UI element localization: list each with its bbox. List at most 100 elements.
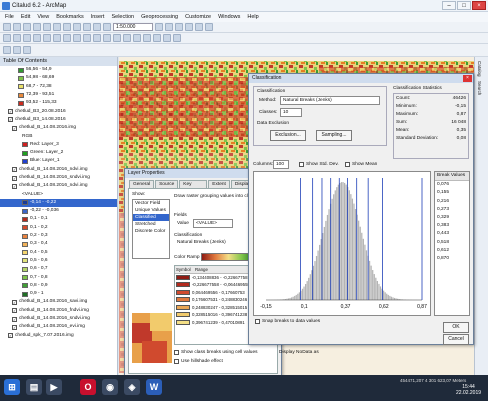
show-class-breaks-checkbox[interactable] bbox=[174, 350, 179, 355]
show-list-item[interactable]: Classified bbox=[133, 214, 169, 221]
hyperlink-icon[interactable] bbox=[123, 34, 131, 42]
toc-row[interactable]: 93,52 - 115,33 bbox=[0, 99, 117, 107]
class-symbol-swatch[interactable] bbox=[176, 289, 190, 295]
minimize-button[interactable]: – bbox=[442, 1, 456, 10]
show-list-item[interactable]: Stretched bbox=[133, 221, 169, 228]
tab-extent[interactable]: Extent bbox=[208, 180, 230, 188]
histogram-chart[interactable]: -0,15 0,1 0,37 0,62 0,87 bbox=[254, 172, 430, 315]
menu-edit[interactable]: Edit bbox=[21, 14, 30, 20]
toc-row[interactable]: 54,98 - 68,69 bbox=[0, 74, 117, 82]
class-symbol-swatch[interactable] bbox=[176, 319, 190, 325]
fixed-zoom-in-icon[interactable] bbox=[43, 34, 51, 42]
toc-row[interactable]: 0,1 - 0,2 bbox=[0, 224, 117, 232]
break-value[interactable]: 0,612 bbox=[435, 247, 469, 255]
open-icon[interactable] bbox=[13, 23, 21, 31]
toc-row[interactable]: ✓ chetlud_spk_7.07.2016.img bbox=[0, 332, 117, 340]
toc-row[interactable]: Blue: Layer_1 bbox=[0, 157, 117, 165]
toc-row[interactable]: 0,5 - 0,6 bbox=[0, 257, 117, 265]
class-symbol-swatch[interactable] bbox=[176, 274, 190, 280]
draw-icon[interactable] bbox=[3, 46, 11, 54]
menu-file[interactable]: File bbox=[5, 14, 14, 20]
layer-visibility-checkbox[interactable]: ✓ bbox=[12, 175, 17, 181]
toc-row[interactable]: RGB bbox=[0, 132, 117, 140]
break-value[interactable]: 0,076 bbox=[435, 181, 469, 189]
delete-icon[interactable] bbox=[73, 23, 81, 31]
find-icon[interactable] bbox=[153, 34, 161, 42]
break-value[interactable]: 0,329 bbox=[435, 214, 469, 222]
undo-icon[interactable] bbox=[83, 23, 91, 31]
python-icon[interactable] bbox=[205, 23, 213, 31]
toc-row[interactable]: ✓ chetlud_B_14.08.2016_ndvi.img bbox=[0, 182, 117, 190]
cancel-button[interactable]: Cancel bbox=[443, 334, 469, 345]
text-icon[interactable] bbox=[13, 46, 21, 54]
tab-source[interactable]: Source bbox=[155, 180, 179, 188]
toc-row[interactable]: ✓ chetlud_B_14.08.2016_ndvi.img bbox=[0, 166, 117, 174]
toc-row[interactable]: -0,14 - -0,22 bbox=[0, 198, 117, 208]
close-button[interactable]: × bbox=[472, 1, 486, 10]
start-icon[interactable]: ⊞ bbox=[4, 379, 20, 395]
toc-row[interactable]: ✓ chetlud_B_14.08.2016_sndvi.img bbox=[0, 174, 117, 182]
forward-icon[interactable] bbox=[73, 34, 81, 42]
menu-bookmarks[interactable]: Bookmarks bbox=[56, 14, 84, 20]
opera-icon[interactable]: O bbox=[80, 379, 96, 395]
layer-visibility-checkbox[interactable]: ✓ bbox=[8, 333, 13, 339]
show-renderer-list[interactable]: Vector Field Unique Values Classified Stret… bbox=[132, 199, 170, 259]
search-tab[interactable]: Search bbox=[477, 81, 482, 95]
snap-breaks-checkbox[interactable] bbox=[255, 319, 260, 324]
copy-icon[interactable] bbox=[53, 23, 61, 31]
toc-row[interactable]: 0,1 - 0,1 bbox=[0, 215, 117, 223]
menu-windows[interactable]: Windows bbox=[218, 14, 240, 20]
toc-row[interactable]: ✓ chetlud_B3_14.08.2016 bbox=[0, 116, 117, 124]
toc-row[interactable]: ✓ chetlud_B3_20.08.2016 bbox=[0, 107, 117, 115]
arctoolbox-icon[interactable] bbox=[195, 23, 203, 31]
time-slider-icon[interactable] bbox=[173, 34, 181, 42]
class-symbol-swatch[interactable] bbox=[176, 297, 190, 303]
save-icon[interactable] bbox=[23, 23, 31, 31]
columns-input[interactable]: 100 bbox=[273, 160, 289, 169]
toc-row[interactable]: Green: Layer_2 bbox=[0, 149, 117, 157]
redo-icon[interactable] bbox=[93, 23, 101, 31]
select-features-icon[interactable] bbox=[83, 34, 91, 42]
layout-icon[interactable] bbox=[23, 46, 31, 54]
break-value[interactable]: 0,216 bbox=[435, 198, 469, 206]
menu-customize[interactable]: Customize bbox=[185, 14, 211, 20]
scale-input[interactable]: 1:50.000 bbox=[113, 23, 153, 31]
toc-row[interactable]: 0,7 - 0,8 bbox=[0, 273, 117, 281]
layer-visibility-checkbox[interactable]: ✓ bbox=[12, 316, 17, 322]
tab-key-metadata[interactable]: Key Metadata bbox=[179, 180, 208, 194]
toc-row[interactable]: 0,2 - 0,3 bbox=[0, 232, 117, 240]
layer-visibility-checkbox[interactable]: ✓ bbox=[8, 109, 13, 115]
break-value[interactable]: 0,518 bbox=[435, 239, 469, 247]
menu-selection[interactable]: Selection bbox=[111, 14, 134, 20]
toc-row[interactable]: 72,39 - 93,51 bbox=[0, 91, 117, 99]
clear-selection-icon[interactable] bbox=[93, 34, 101, 42]
arcgis-icon[interactable]: ◉ bbox=[102, 379, 118, 395]
break-value[interactable]: 0,443 bbox=[435, 230, 469, 238]
show-mean-checkbox[interactable] bbox=[345, 162, 350, 167]
break-value[interactable]: 0,870 bbox=[435, 255, 469, 263]
value-field-select[interactable]: <VALUE> bbox=[193, 219, 233, 228]
menu-insert[interactable]: Insert bbox=[91, 14, 105, 20]
tab-general[interactable]: General bbox=[129, 180, 155, 188]
new-document-icon[interactable] bbox=[3, 23, 11, 31]
break-value[interactable]: 0,155 bbox=[435, 189, 469, 197]
go-to-xy-icon[interactable] bbox=[163, 34, 171, 42]
catalog-tab[interactable]: Catalog bbox=[477, 61, 482, 77]
word-icon[interactable]: W bbox=[146, 379, 162, 395]
toc-row[interactable]: 68,7 - 72,38 bbox=[0, 83, 117, 91]
layer-visibility-checkbox[interactable]: ✓ bbox=[12, 299, 17, 305]
select-elements-icon[interactable] bbox=[103, 34, 111, 42]
layer-visibility-checkbox[interactable]: ✓ bbox=[12, 308, 17, 314]
toc-row[interactable]: 0,3 - 0,4 bbox=[0, 240, 117, 248]
toc-row[interactable]: ✓ chetlud_B_14.08.2016_savi.img bbox=[0, 298, 117, 306]
class-symbol-swatch[interactable] bbox=[176, 304, 190, 310]
file-explorer-icon[interactable]: ▤ bbox=[26, 379, 42, 395]
toc-row[interactable]: ✓ chetlud_B_14.08.2016_evi.img bbox=[0, 323, 117, 331]
catalog-icon[interactable] bbox=[175, 23, 183, 31]
show-list-item[interactable]: Discrete Color bbox=[133, 228, 169, 235]
html-popup-icon[interactable] bbox=[133, 34, 141, 42]
toc-row[interactable]: -0,22 - -0,036 bbox=[0, 207, 117, 215]
paste-icon[interactable] bbox=[63, 23, 71, 31]
measure-icon[interactable] bbox=[143, 34, 151, 42]
maximize-button[interactable]: □ bbox=[457, 1, 471, 10]
